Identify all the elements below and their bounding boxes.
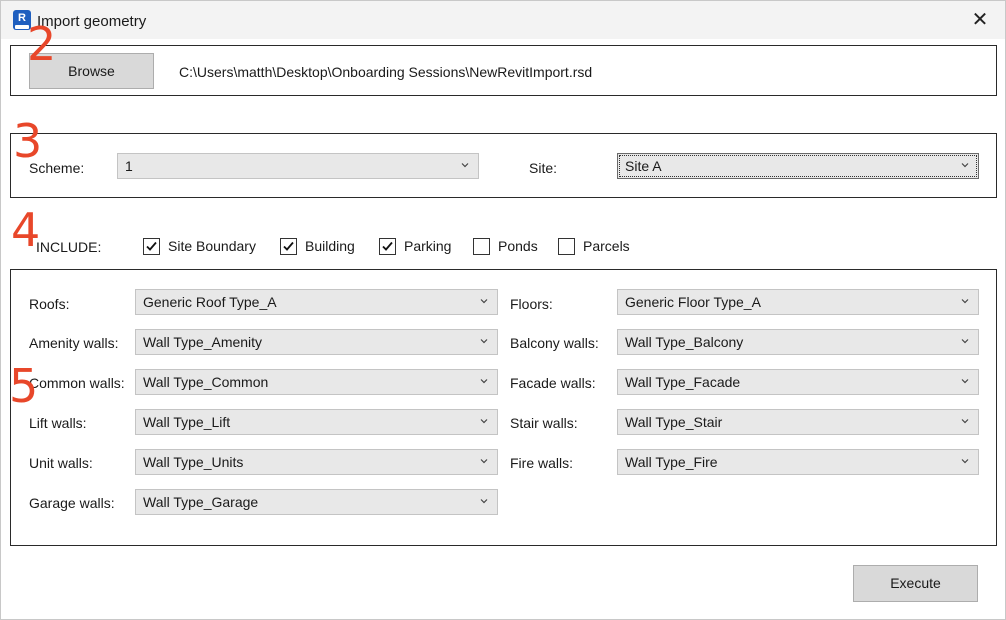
checkbox-parking[interactable]: Parking: [379, 237, 464, 257]
unit-walls-value: Wall Type_Units: [143, 454, 244, 470]
roofs-value: Generic Roof Type_A: [143, 294, 277, 310]
common-walls-value: Wall Type_Common: [143, 374, 269, 390]
import-geometry-dialog: R Import geometry ✕ Browse C:\Users\matt…: [0, 0, 1006, 620]
site-value: Site A: [625, 158, 662, 174]
facade-walls-select[interactable]: Wall Type_Facade: [617, 369, 979, 395]
stair-walls-value: Wall Type_Stair: [625, 414, 723, 430]
chevron-down-icon: [480, 339, 488, 344]
checkbox-ponds[interactable]: Ponds: [473, 237, 553, 257]
garage-walls-value: Wall Type_Garage: [143, 494, 259, 510]
roofs-label: Roofs:: [29, 296, 70, 312]
checkbox-parcels[interactable]: Parcels: [558, 237, 638, 257]
chevron-down-icon: [961, 379, 969, 384]
common-walls-select[interactable]: Wall Type_Common: [135, 369, 498, 395]
facade-walls-label: Facade walls:: [510, 375, 596, 391]
garage-walls-select[interactable]: Wall Type_Garage: [135, 489, 498, 515]
site-boundary-label: Site Boundary: [168, 238, 256, 254]
lift-walls-select[interactable]: Wall Type_Lift: [135, 409, 498, 435]
file-panel: Browse C:\Users\matth\Desktop\Onboarding…: [10, 45, 997, 96]
check-icon: [283, 241, 294, 251]
scheme-select[interactable]: 1: [117, 153, 479, 179]
building-checkbox[interactable]: [280, 238, 297, 255]
checkbox-site-boundary[interactable]: Site Boundary: [143, 237, 268, 257]
chevron-down-icon: [961, 459, 969, 464]
amenity-walls-label: Amenity walls:: [29, 335, 119, 351]
check-icon: [382, 241, 393, 251]
amenity-walls-value: Wall Type_Amenity: [143, 334, 263, 350]
stair-walls-select[interactable]: Wall Type_Stair: [617, 409, 979, 435]
scheme-site-panel: Scheme: 1 Site: Site A: [10, 133, 997, 198]
chevron-down-icon: [961, 163, 969, 168]
chevron-down-icon: [461, 163, 469, 168]
chevron-down-icon: [961, 419, 969, 424]
lift-walls-value: Wall Type_Lift: [143, 414, 231, 430]
facade-walls-value: Wall Type_Facade: [625, 374, 741, 390]
fire-walls-select[interactable]: Wall Type_Fire: [617, 449, 979, 475]
site-select[interactable]: Site A: [617, 153, 979, 179]
balcony-walls-label: Balcony walls:: [510, 335, 599, 351]
scheme-value: 1: [125, 158, 133, 174]
chevron-down-icon: [480, 499, 488, 504]
chevron-down-icon: [480, 299, 488, 304]
ponds-label: Ponds: [498, 238, 538, 254]
unit-walls-select[interactable]: Wall Type_Units: [135, 449, 498, 475]
floors-value: Generic Floor Type_A: [625, 294, 761, 310]
fire-walls-value: Wall Type_Fire: [625, 454, 718, 470]
fire-walls-label: Fire walls:: [510, 455, 574, 471]
building-label: Building: [305, 238, 355, 254]
title-bar: R Import geometry ✕: [1, 1, 1005, 39]
roofs-select[interactable]: Generic Roof Type_A: [135, 289, 498, 315]
ponds-checkbox[interactable]: [473, 238, 490, 255]
chevron-down-icon: [480, 379, 488, 384]
check-icon: [146, 241, 157, 251]
annotation-marker-2: 2: [27, 17, 57, 71]
garage-walls-label: Garage walls:: [29, 495, 115, 511]
include-label: INCLUDE:: [36, 239, 102, 255]
common-walls-label: Common walls:: [29, 375, 125, 391]
chevron-down-icon: [961, 339, 969, 344]
lift-walls-label: Lift walls:: [29, 415, 87, 431]
parking-checkbox[interactable]: [379, 238, 396, 255]
annotation-marker-3: 3: [13, 114, 43, 168]
floors-label: Floors:: [510, 296, 553, 312]
site-label: Site:: [529, 160, 558, 176]
balcony-walls-select[interactable]: Wall Type_Balcony: [617, 329, 979, 355]
chevron-down-icon: [961, 299, 969, 304]
parcels-checkbox[interactable]: [558, 238, 575, 255]
dialog-body: Browse C:\Users\matth\Desktop\Onboarding…: [1, 39, 1005, 619]
close-icon[interactable]: ✕: [965, 7, 995, 35]
chevron-down-icon: [480, 419, 488, 424]
file-path-text: C:\Users\matth\Desktop\Onboarding Sessio…: [179, 64, 593, 80]
checkbox-building[interactable]: Building: [280, 237, 370, 257]
parking-label: Parking: [404, 238, 452, 254]
chevron-down-icon: [480, 459, 488, 464]
annotation-marker-4: 4: [11, 203, 41, 257]
annotation-marker-5: 5: [9, 359, 39, 413]
balcony-walls-value: Wall Type_Balcony: [625, 334, 744, 350]
unit-walls-label: Unit walls:: [29, 455, 93, 471]
types-panel: Roofs: Generic Roof Type_A Amenity walls…: [10, 269, 997, 546]
amenity-walls-select[interactable]: Wall Type_Amenity: [135, 329, 498, 355]
stair-walls-label: Stair walls:: [510, 415, 578, 431]
execute-button[interactable]: Execute: [853, 565, 978, 602]
floors-select[interactable]: Generic Floor Type_A: [617, 289, 979, 315]
parcels-label: Parcels: [583, 238, 630, 254]
site-boundary-checkbox[interactable]: [143, 238, 160, 255]
